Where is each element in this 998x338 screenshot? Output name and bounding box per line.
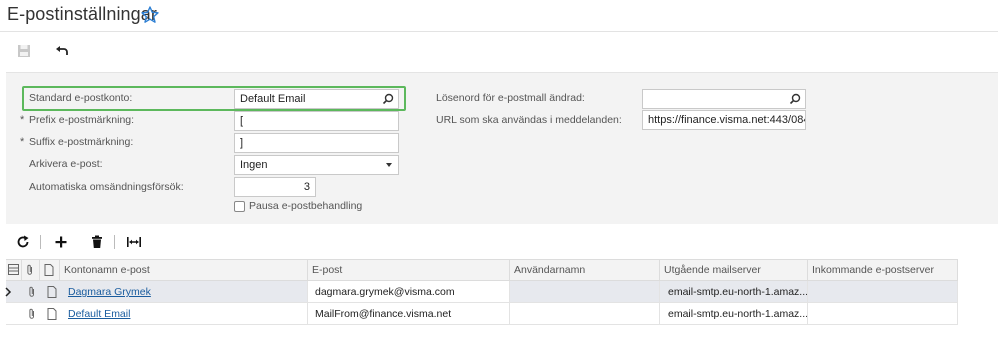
grid-settings-cell[interactable]: [6, 260, 22, 280]
incoming-server-cell[interactable]: [808, 303, 958, 324]
incoming-server-cell[interactable]: [808, 281, 958, 302]
search-icon[interactable]: [382, 93, 394, 105]
required-marker: *: [20, 136, 25, 148]
undo-button[interactable]: [52, 41, 72, 61]
document-icon[interactable]: [46, 308, 58, 320]
default-account-value: Default Email: [240, 93, 306, 105]
plus-icon: [55, 236, 67, 248]
title-bar: E-postinställningar: [0, 0, 998, 32]
toolbar: [0, 33, 998, 69]
paperclip-icon[interactable]: [26, 308, 38, 320]
attachment-header: [22, 260, 40, 280]
refresh-button[interactable]: [13, 232, 33, 252]
document-icon: [44, 264, 54, 276]
url-label: URL som ska användas i meddelanden:: [436, 114, 622, 126]
password-changed-label: Lösenord för e-postmall ändrad:: [436, 92, 585, 104]
outgoing-server-cell[interactable]: email-smtp.eu-north-1.amaz...: [660, 281, 808, 302]
password-changed-field[interactable]: [642, 89, 806, 109]
account-link[interactable]: Default Email: [60, 303, 308, 324]
grid-settings-icon: [8, 264, 19, 275]
fit-width-icon: [127, 237, 141, 247]
default-account-field[interactable]: Default Email: [234, 89, 399, 109]
page-title: E-postinställningar: [7, 4, 157, 24]
pause-label: Pausa e-postbehandling: [249, 200, 363, 212]
paperclip-icon: [27, 264, 32, 275]
retries-label: Automatiska omsändningsförsök:: [29, 181, 184, 193]
table-row[interactable]: Default Email MailFrom@finance.visma.net…: [6, 303, 958, 325]
default-account-label: Standard e-postkonto:: [29, 92, 133, 104]
column-header-username[interactable]: Användarnamn: [510, 260, 660, 280]
refresh-icon: [17, 235, 29, 248]
toolbar-divider: [114, 235, 115, 249]
chevron-down-icon: [386, 163, 392, 167]
paperclip-icon[interactable]: [26, 286, 38, 298]
save-button[interactable]: [14, 41, 34, 61]
document-icon[interactable]: [46, 286, 58, 298]
current-row-arrow-icon: [5, 287, 12, 297]
archive-select[interactable]: Ingen: [234, 155, 399, 175]
grid-header: Kontonamn e-post E-post Användarnamn Utg…: [6, 259, 958, 281]
required-marker: *: [20, 114, 25, 126]
toolbar-divider: [40, 235, 41, 249]
note-header: [40, 260, 60, 280]
retries-value: 3: [303, 181, 310, 193]
archive-label: Arkivera e-post:: [29, 158, 103, 170]
star-icon[interactable]: [140, 5, 160, 25]
fit-columns-button[interactable]: [124, 232, 144, 252]
column-header-email[interactable]: E-post: [308, 260, 510, 280]
grid-toolbar: [0, 226, 998, 258]
search-icon[interactable]: [789, 93, 801, 105]
prefix-input[interactable]: [: [234, 111, 399, 131]
column-header-incoming[interactable]: Inkommande e-postserver: [808, 260, 958, 280]
undo-icon: [56, 46, 68, 55]
account-link[interactable]: Dagmara Grymek: [60, 281, 308, 302]
email-cell[interactable]: dagmara.grymek@visma.com: [308, 281, 510, 302]
trash-icon: [92, 235, 102, 248]
prefix-label: Prefix e-postmärkning:: [29, 114, 135, 126]
username-cell[interactable]: [510, 281, 660, 302]
pause-checkbox[interactable]: [234, 201, 245, 212]
retries-input[interactable]: 3: [234, 177, 316, 197]
screen: E-postinställningar Standard e-postkonto…: [0, 0, 998, 338]
add-row-button[interactable]: [51, 232, 71, 252]
delete-row-button[interactable]: [87, 232, 107, 252]
username-cell[interactable]: [510, 303, 660, 324]
column-header-account[interactable]: Kontonamn e-post: [60, 260, 308, 280]
suffix-label: Suffix e-postmärkning:: [29, 136, 134, 148]
archive-value: Ingen: [240, 159, 268, 171]
url-input[interactable]: https://finance.visma.net:443/0840(: [642, 110, 806, 130]
column-header-outgoing[interactable]: Utgående mailserver: [660, 260, 808, 280]
outgoing-server-cell[interactable]: email-smtp.eu-north-1.amaz...: [660, 303, 808, 324]
prefix-value: [: [240, 115, 244, 127]
email-cell[interactable]: MailFrom@finance.visma.net: [308, 303, 510, 324]
suffix-value: ]: [240, 137, 244, 149]
table-row[interactable]: Dagmara Grymek dagmara.grymek@visma.com …: [5, 281, 958, 303]
save-icon: [18, 45, 30, 57]
settings-form: Standard e-postkonto: Default Email * Pr…: [6, 72, 998, 224]
suffix-input[interactable]: ]: [234, 133, 399, 153]
url-value: https://finance.visma.net:443/0840(: [648, 114, 806, 126]
